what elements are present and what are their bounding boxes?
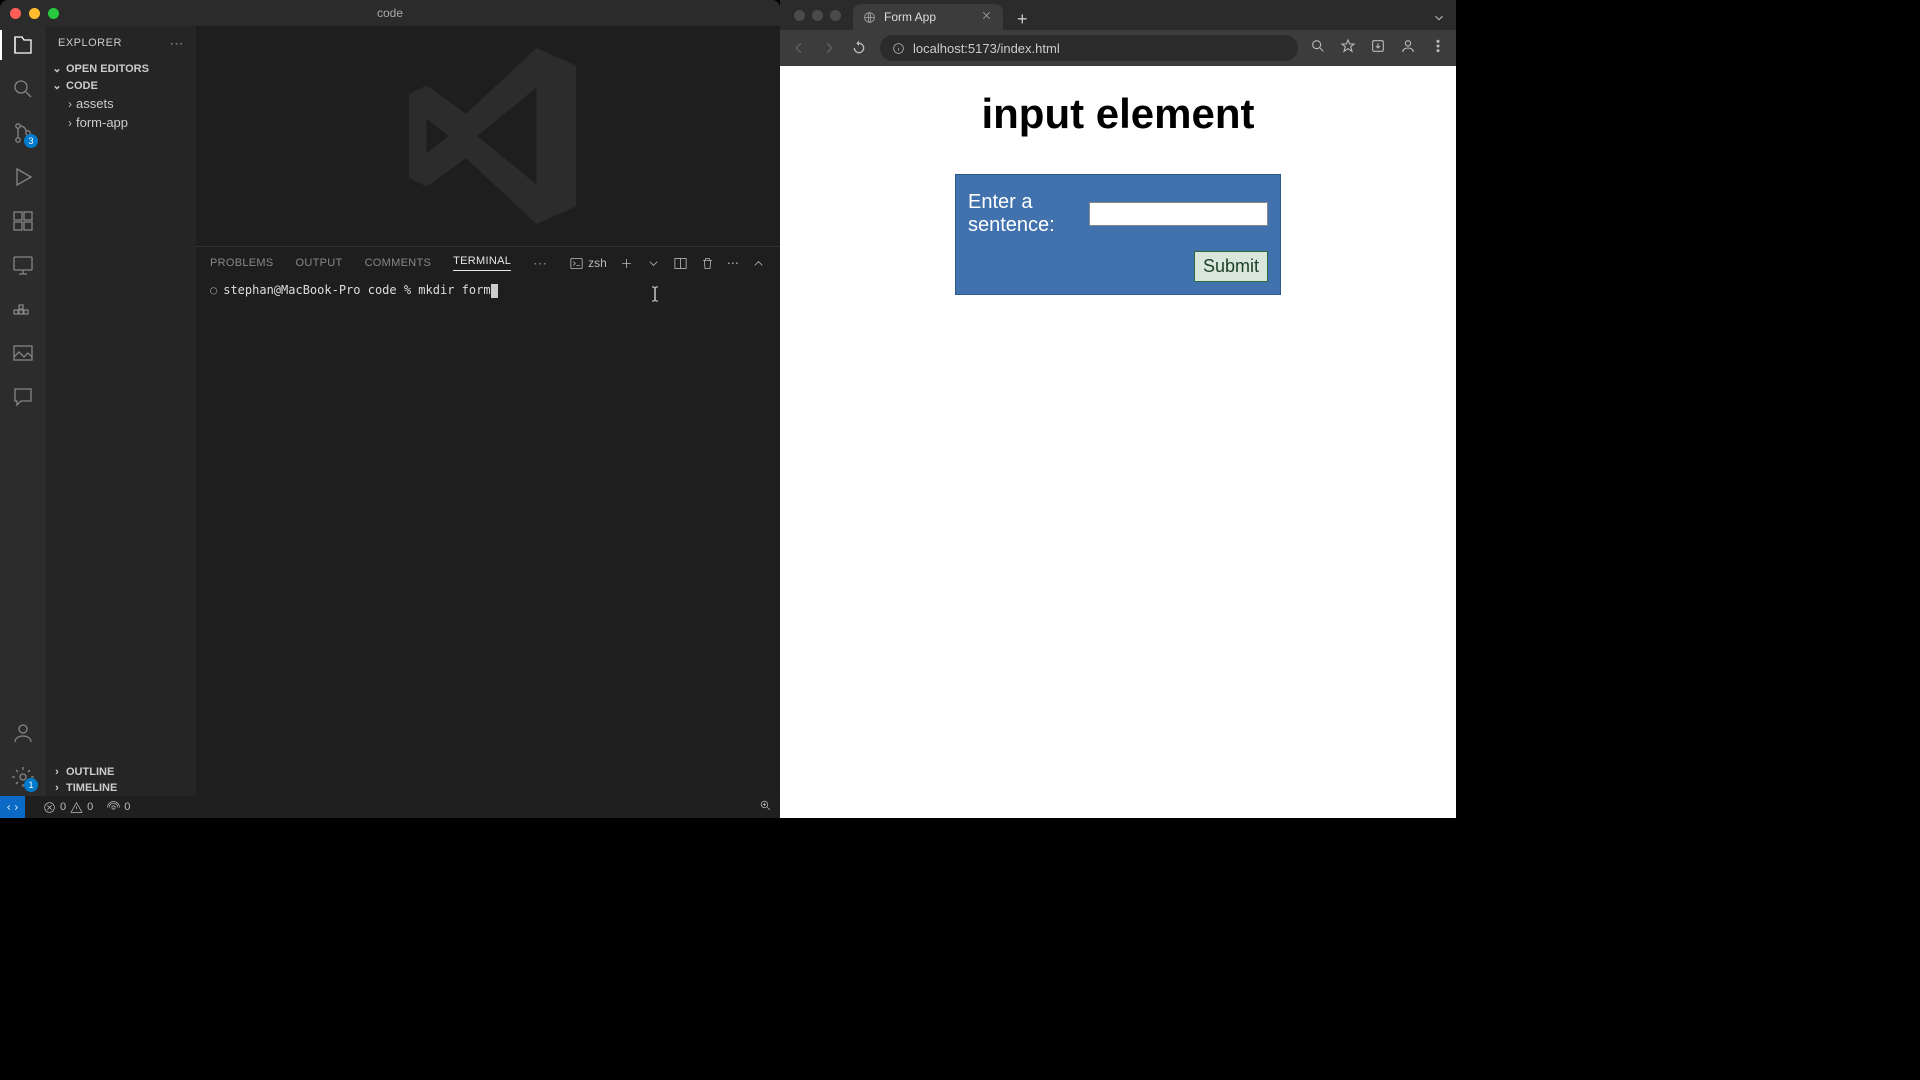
panel-more-right-icon[interactable]: ⋯ <box>727 256 739 270</box>
explorer-sidebar: EXPLORER ⋯ ⌄OPEN EDITORS ⌄CODE ›assets ›… <box>46 26 196 796</box>
source-control-icon[interactable]: 3 <box>10 120 36 146</box>
folder-assets[interactable]: ›assets <box>54 94 196 113</box>
profile-icon[interactable] <box>1400 38 1416 59</box>
tab-terminal[interactable]: TERMINAL <box>453 255 511 271</box>
tab-comments[interactable]: COMMENTS <box>365 257 432 269</box>
new-terminal-icon[interactable] <box>619 256 634 271</box>
workspace-section[interactable]: ⌄CODE <box>46 77 196 94</box>
browser-traffic-lights <box>788 10 847 21</box>
docker-icon[interactable] <box>10 296 36 322</box>
bookmark-icon[interactable] <box>1340 38 1356 59</box>
editor-main: PROBLEMS OUTPUT COMMENTS TERMINAL ⋯ zsh … <box>196 26 780 796</box>
folder-form-app[interactable]: ›form-app <box>54 113 196 132</box>
status-bar: 0 0 0 <box>0 796 780 818</box>
tab-title: Form App <box>884 10 936 24</box>
browser-window: Form App + localhost:5173/index.html <box>780 0 1456 818</box>
toolbar: localhost:5173/index.html <box>780 30 1456 66</box>
bottom-panel: PROBLEMS OUTPUT COMMENTS TERMINAL ⋯ zsh … <box>196 246 780 796</box>
accounts-icon[interactable] <box>10 720 36 746</box>
kill-terminal-icon[interactable] <box>700 256 715 271</box>
zoom-icon[interactable] <box>1310 38 1326 59</box>
menu-icon[interactable] <box>1430 38 1446 59</box>
settings-gear-icon[interactable]: 1 <box>10 764 36 790</box>
close-window[interactable] <box>10 8 21 19</box>
vscode-window: code 3 1 EXPLORER ⋯ <box>0 0 780 818</box>
site-info-icon <box>892 42 905 55</box>
maximize-window[interactable] <box>48 8 59 19</box>
submit-button[interactable]: Submit <box>1194 251 1268 282</box>
sentence-input[interactable] <box>1089 202 1268 226</box>
tab-overflow-icon[interactable] <box>1432 11 1446 30</box>
folder-label: form-app <box>76 115 128 130</box>
run-debug-icon[interactable] <box>10 164 36 190</box>
ports-count: 0 <box>124 801 130 813</box>
address-bar[interactable]: localhost:5173/index.html <box>880 35 1298 61</box>
traffic-lights <box>10 8 59 19</box>
warn-count: 0 <box>87 801 93 813</box>
close-tab-icon[interactable] <box>980 9 993 25</box>
reload-icon[interactable] <box>850 39 868 57</box>
form-container: Enter a sentence: Submit <box>955 174 1281 295</box>
open-editors-label: OPEN EDITORS <box>66 63 149 75</box>
new-tab-button[interactable]: + <box>1009 9 1036 30</box>
forward-icon[interactable] <box>820 39 838 57</box>
extensions-icon[interactable] <box>10 208 36 234</box>
vscode-watermark-icon <box>378 26 598 246</box>
tab-strip: Form App + <box>780 0 1456 30</box>
image-icon[interactable] <box>10 340 36 366</box>
editor-area <box>196 26 780 246</box>
open-editors-section[interactable]: ⌄OPEN EDITORS <box>46 60 196 77</box>
workspace-label: CODE <box>66 80 98 92</box>
split-terminal-icon[interactable] <box>673 256 688 271</box>
timeline-section[interactable]: ›TIMELINE <box>46 780 196 796</box>
status-zoom-icon[interactable] <box>759 799 772 815</box>
url-text: localhost:5173/index.html <box>913 41 1060 56</box>
error-count: 0 <box>60 801 66 813</box>
outline-label: OUTLINE <box>66 766 114 778</box>
settings-badge: 1 <box>24 778 38 792</box>
status-ports[interactable]: 0 <box>107 801 130 814</box>
comment-icon[interactable] <box>10 384 36 410</box>
browser-maximize[interactable] <box>830 10 841 21</box>
text-cursor-icon <box>648 285 662 303</box>
terminal-shell[interactable]: zsh <box>569 256 607 271</box>
sidebar-title: EXPLORER <box>58 37 122 49</box>
page-content: input element Enter a sentence: Submit <box>780 66 1456 818</box>
globe-icon <box>863 11 876 24</box>
minimize-window[interactable] <box>29 8 40 19</box>
tab-problems[interactable]: PROBLEMS <box>210 257 274 269</box>
terminal-dropdown-icon[interactable] <box>646 256 661 271</box>
scm-badge: 3 <box>24 134 38 148</box>
titlebar: code <box>0 0 780 26</box>
browser-minimize[interactable] <box>812 10 823 21</box>
terminal-body[interactable]: ○stephan@MacBook-Pro code % mkdir form <box>196 279 780 796</box>
remote-indicator[interactable] <box>0 796 25 818</box>
browser-tab[interactable]: Form App <box>853 4 1003 30</box>
maximize-panel-icon[interactable] <box>751 256 766 271</box>
terminal-line: stephan@MacBook-Pro code % mkdir form <box>223 283 490 297</box>
status-problems[interactable]: 0 0 <box>43 801 93 814</box>
page-heading: input element <box>981 90 1254 138</box>
panel-more-icon[interactable]: ⋯ <box>533 255 547 272</box>
window-title: code <box>377 6 403 20</box>
back-icon[interactable] <box>790 39 808 57</box>
activity-bar: 3 1 <box>0 26 46 796</box>
shell-name: zsh <box>588 256 607 270</box>
remote-explorer-icon[interactable] <box>10 252 36 278</box>
timeline-label: TIMELINE <box>66 782 117 794</box>
folder-label: assets <box>76 96 114 111</box>
sidebar-more-icon[interactable]: ⋯ <box>170 35 185 52</box>
input-label: Enter a sentence: <box>968 191 1087 237</box>
search-icon[interactable] <box>10 76 36 102</box>
explorer-icon[interactable] <box>10 32 36 58</box>
browser-close[interactable] <box>794 10 805 21</box>
install-app-icon[interactable] <box>1370 38 1386 59</box>
outline-section[interactable]: ›OUTLINE <box>46 764 196 780</box>
tab-output[interactable]: OUTPUT <box>296 257 343 269</box>
